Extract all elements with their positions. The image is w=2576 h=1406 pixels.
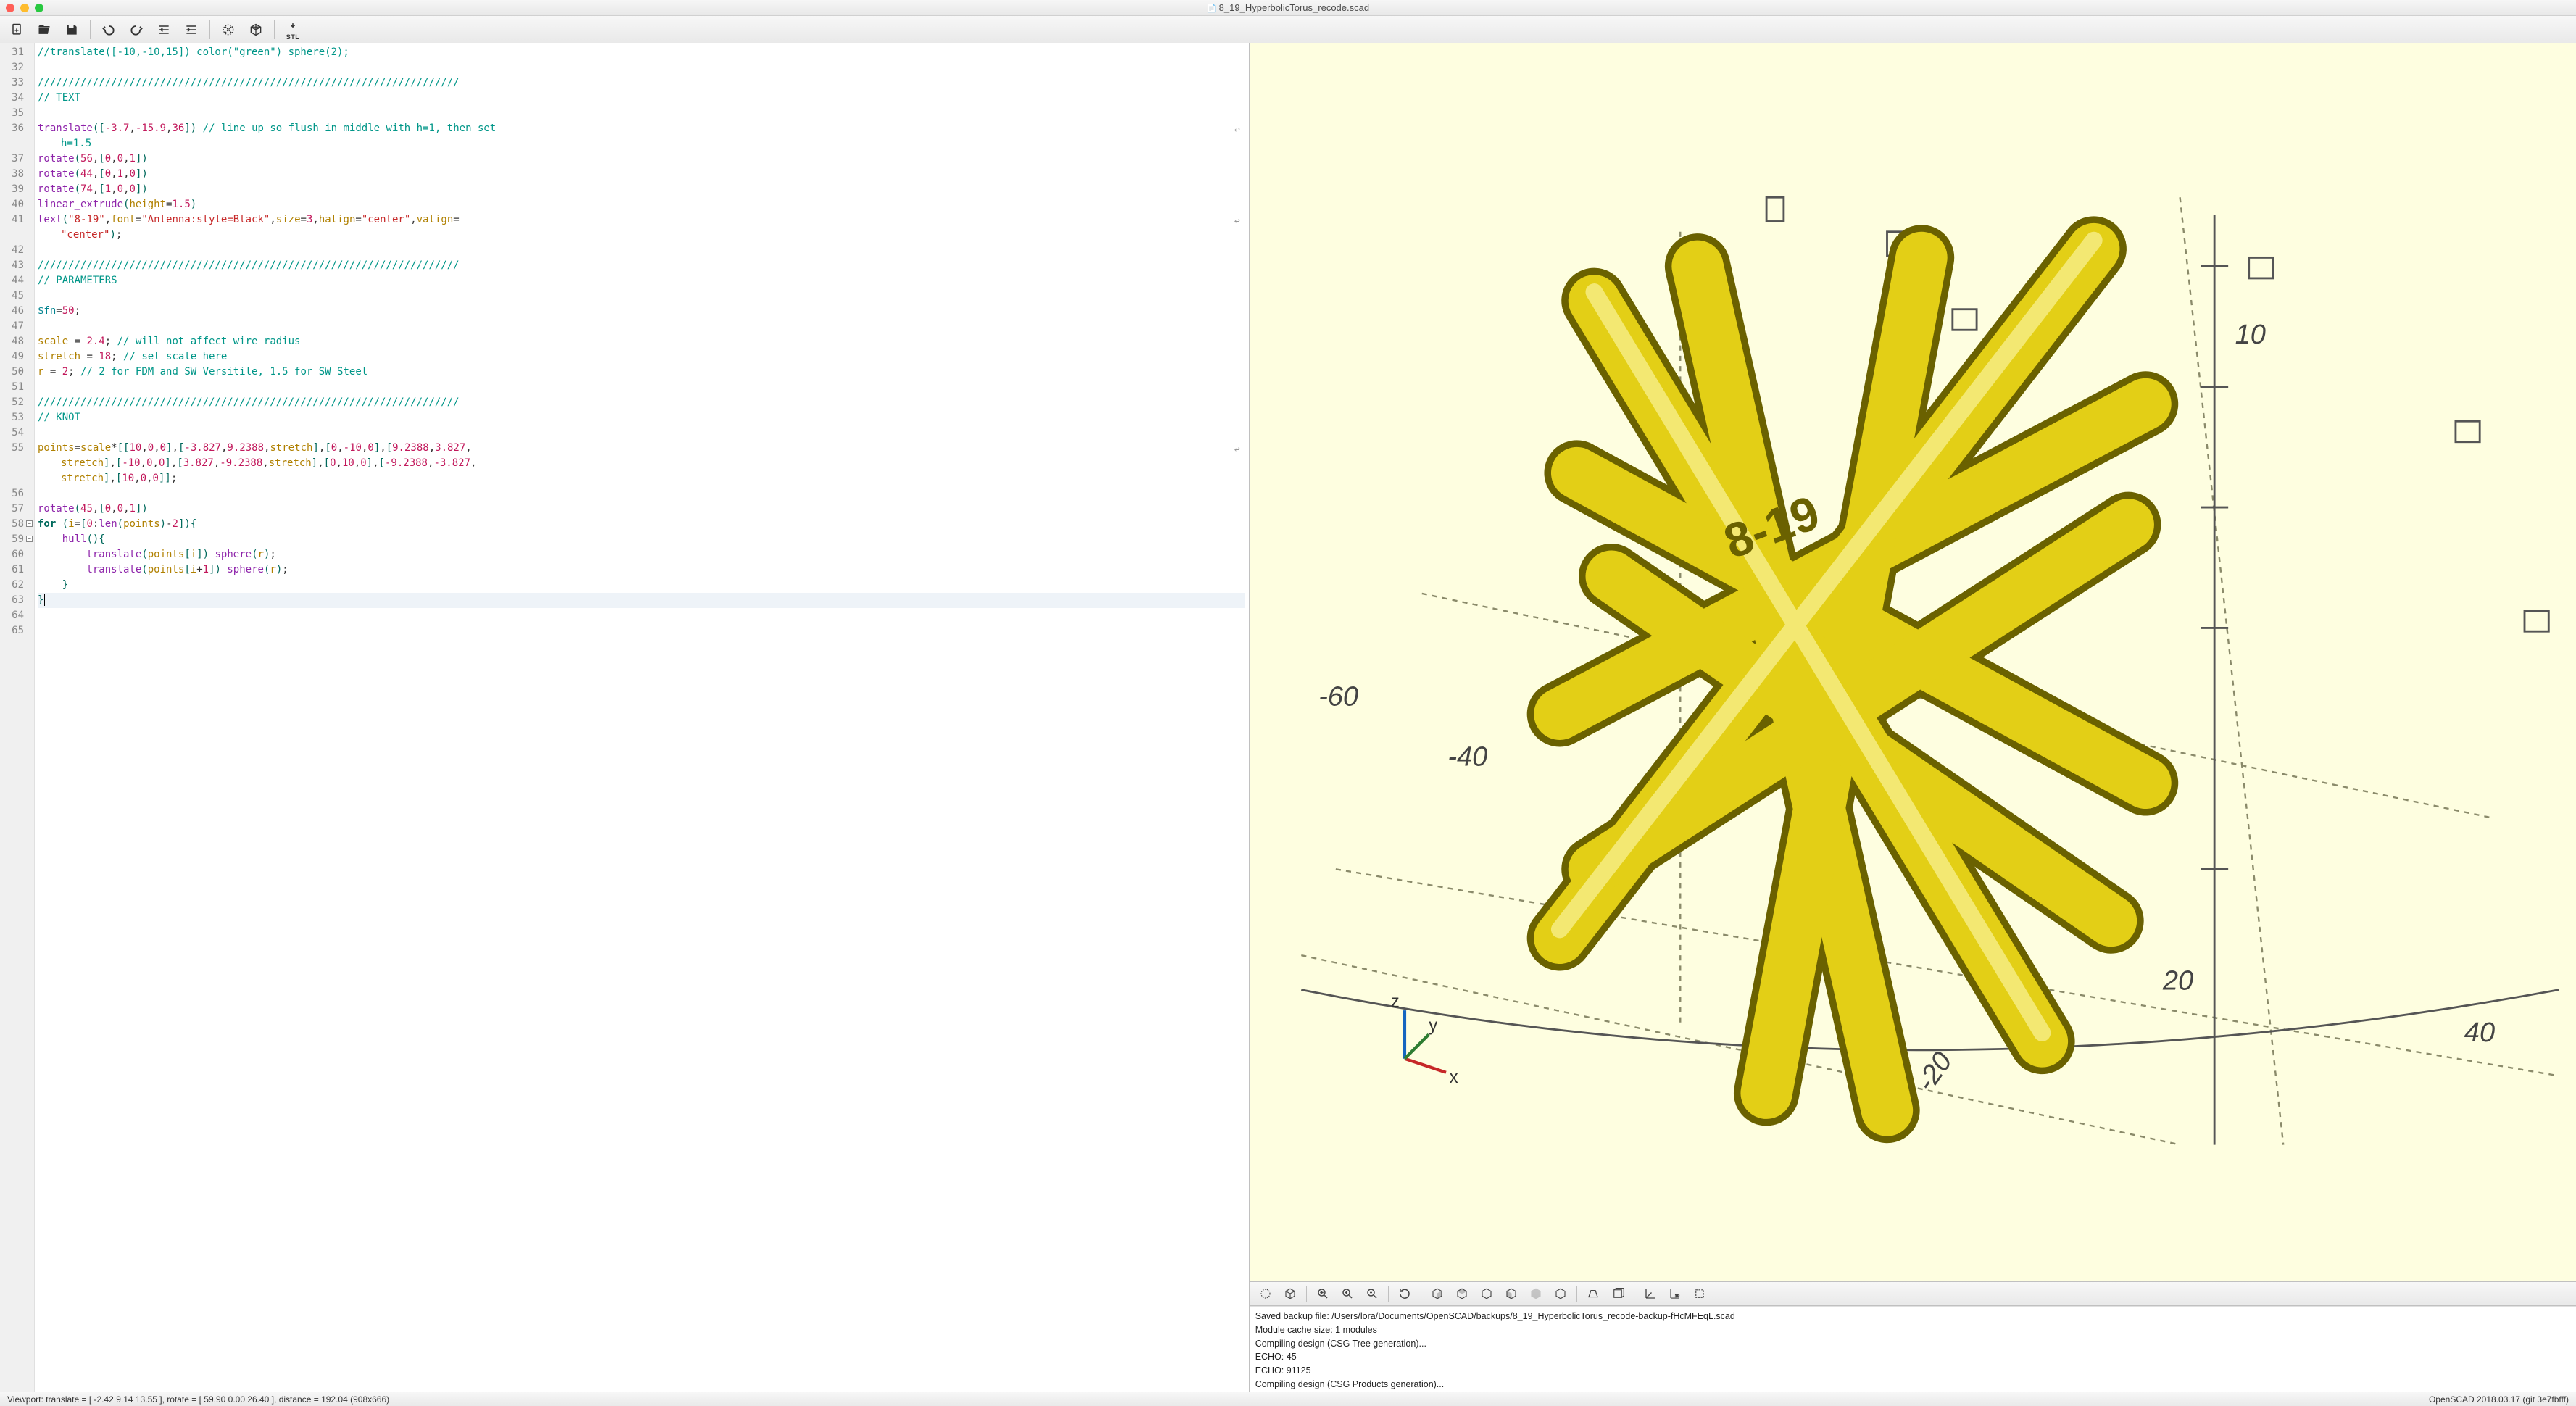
zoom-out-icon[interactable] <box>1360 1284 1384 1304</box>
svg-text:z: z <box>1391 991 1400 1011</box>
axis-tick: -20 <box>1911 1047 1958 1097</box>
perspective-icon[interactable] <box>1582 1284 1605 1304</box>
console-line: Compiling design (CSG Products generatio… <box>1255 1378 2570 1392</box>
new-file-button[interactable] <box>4 19 29 41</box>
svg-text:x: x <box>1449 1068 1458 1087</box>
titlebar: 8_19_HyperbolicTorus_recode.scad <box>0 0 2576 16</box>
code-editor[interactable]: 3132333435363738394041424344454647484950… <box>0 43 1250 1392</box>
console-line: ECHO: 45 <box>1255 1350 2570 1364</box>
orthographic-icon[interactable] <box>1606 1284 1629 1304</box>
main-toolbar: STL <box>0 16 2576 43</box>
render-wireframe-icon[interactable] <box>1279 1284 1302 1304</box>
indent-button[interactable] <box>179 19 204 41</box>
render-button[interactable] <box>244 19 268 41</box>
axis-tick: -60 <box>1318 681 1358 712</box>
console-output[interactable]: Saved backup file: /Users/lora/Documents… <box>1250 1306 2576 1392</box>
axis-tick: 40 <box>2464 1018 2494 1048</box>
status-bar: Viewport: translate = [ -2.42 9.14 13.55… <box>0 1392 2576 1406</box>
svg-text:10: 10 <box>1675 1294 1679 1299</box>
console-line: Saved backup file: /Users/lora/Documents… <box>1255 1310 2570 1323</box>
reset-view-icon[interactable] <box>1393 1284 1416 1304</box>
axis-tick: -40 <box>1447 742 1487 773</box>
console-line: ECHO: 91125 <box>1255 1364 2570 1378</box>
view-top-icon[interactable] <box>1450 1284 1474 1304</box>
view-right-icon[interactable] <box>1426 1284 1449 1304</box>
close-window-button[interactable] <box>6 4 14 12</box>
minimize-window-button[interactable] <box>20 4 29 12</box>
maximize-window-button[interactable] <box>35 4 43 12</box>
viewport-status: Viewport: translate = [ -2.42 9.14 13.55… <box>7 1394 389 1405</box>
torus-knot-model: 8-19 <box>1560 241 2145 1110</box>
show-scale-icon[interactable]: 10 <box>1663 1284 1687 1304</box>
redo-button[interactable] <box>124 19 149 41</box>
zoom-in-icon[interactable] <box>1336 1284 1359 1304</box>
3d-viewport[interactable]: -60 -40 -20 20 40 10 <box>1250 43 2576 1281</box>
view-left-icon[interactable] <box>1500 1284 1523 1304</box>
code-area[interactable]: //translate([-10,-10,15]) color("green")… <box>35 43 1249 1392</box>
export-stl-button[interactable]: STL <box>281 19 305 41</box>
preview-button[interactable] <box>216 19 241 41</box>
view-bottom-icon[interactable] <box>1475 1284 1498 1304</box>
axis-tick: 10 <box>2235 320 2265 350</box>
svg-text:y: y <box>1429 1016 1437 1036</box>
viewport-toolbar: 10 <box>1250 1281 2576 1306</box>
line-number-gutter: 3132333435363738394041424344454647484950… <box>0 43 35 1392</box>
save-file-button[interactable] <box>59 19 84 41</box>
view-back-icon[interactable] <box>1549 1284 1572 1304</box>
preview-icon[interactable] <box>1254 1284 1277 1304</box>
zoom-fit-icon[interactable] <box>1311 1284 1334 1304</box>
show-crosshair-icon[interactable] <box>1688 1284 1711 1304</box>
open-file-button[interactable] <box>32 19 57 41</box>
axis-gizmo: z x y <box>1391 991 1458 1087</box>
version-status: OpenSCAD 2018.03.17 (git 3e7fbfff) <box>2429 1394 2569 1405</box>
unindent-button[interactable] <box>151 19 176 41</box>
undo-button[interactable] <box>96 19 121 41</box>
axis-tick: 20 <box>2162 966 2193 997</box>
view-front-icon[interactable] <box>1524 1284 1547 1304</box>
stl-label: STL <box>286 33 300 41</box>
window-title: 8_19_HyperbolicTorus_recode.scad <box>1207 2 1369 13</box>
console-line: Compiling design (CSG Tree generation)..… <box>1255 1337 2570 1351</box>
console-line: Module cache size: 1 modules <box>1255 1323 2570 1337</box>
show-axes-icon[interactable] <box>1639 1284 1662 1304</box>
